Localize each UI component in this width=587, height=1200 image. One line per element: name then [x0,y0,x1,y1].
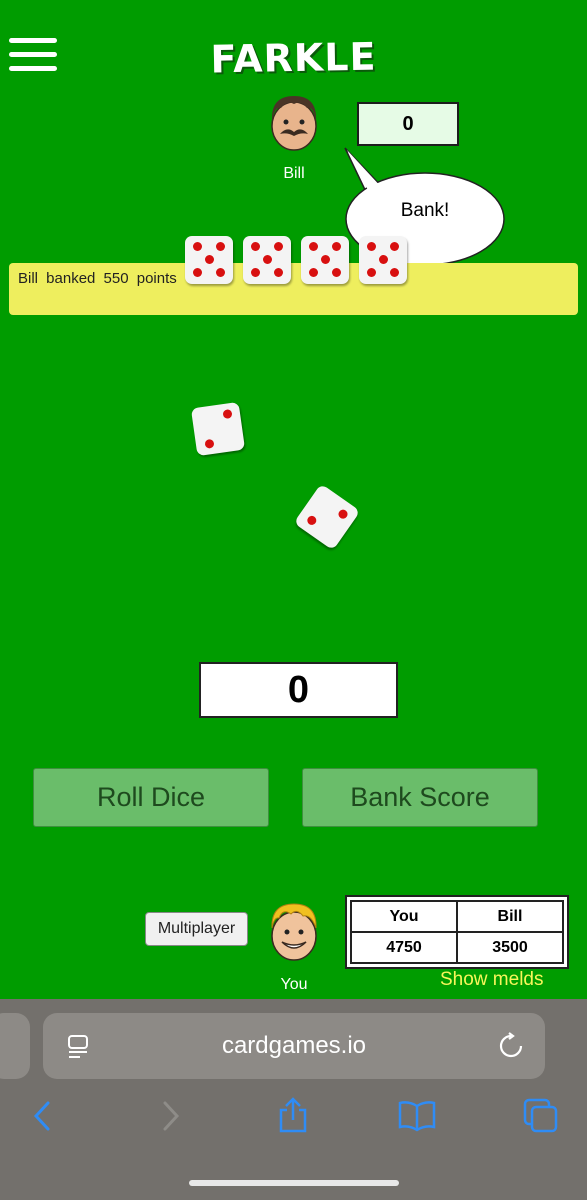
bookmarks-icon[interactable] [397,1100,437,1132]
home-indicator [189,1180,399,1186]
scoreboard-score-bill: 3500 [456,931,564,964]
scoreboard-score-you: 4750 [350,931,458,964]
multiplayer-button[interactable]: Multiplayer [145,912,248,946]
player-name: You [280,976,308,993]
game-title: FARKLE [210,34,377,82]
rolled-die-1[interactable] [190,401,246,457]
reload-icon[interactable] [497,1032,525,1060]
roll-dice-button[interactable]: Roll Dice [33,768,269,827]
scoreboard-header-you: You [350,900,458,933]
held-die-2[interactable] [243,236,291,284]
previous-tab-preview[interactable] [0,1013,30,1079]
share-icon[interactable] [276,1096,310,1134]
scoreboard-header-bill: Bill [456,900,564,933]
held-die-3[interactable] [301,236,349,284]
turn-score: 0 [199,662,398,718]
held-die-1[interactable] [185,236,233,284]
player-avatar [271,903,317,961]
back-icon[interactable] [30,1100,56,1132]
speech-text: Bank! [400,200,450,221]
scoreboard: You Bill 4750 3500 [345,895,569,969]
opponent-avatar [271,96,317,151]
held-die-4[interactable] [359,236,407,284]
rolled-die-2[interactable] [293,483,361,551]
status-message: Bill banked 550 points [18,270,177,287]
opponent-name: Bill [283,165,305,182]
bank-score-button[interactable]: Bank Score [302,768,538,827]
tabs-icon[interactable] [522,1097,560,1135]
opponent-score: 0 [357,102,459,146]
forward-icon[interactable] [157,1100,183,1132]
url-text: cardgames.io [221,1032,367,1059]
show-melds-link[interactable]: Show melds [440,969,544,991]
